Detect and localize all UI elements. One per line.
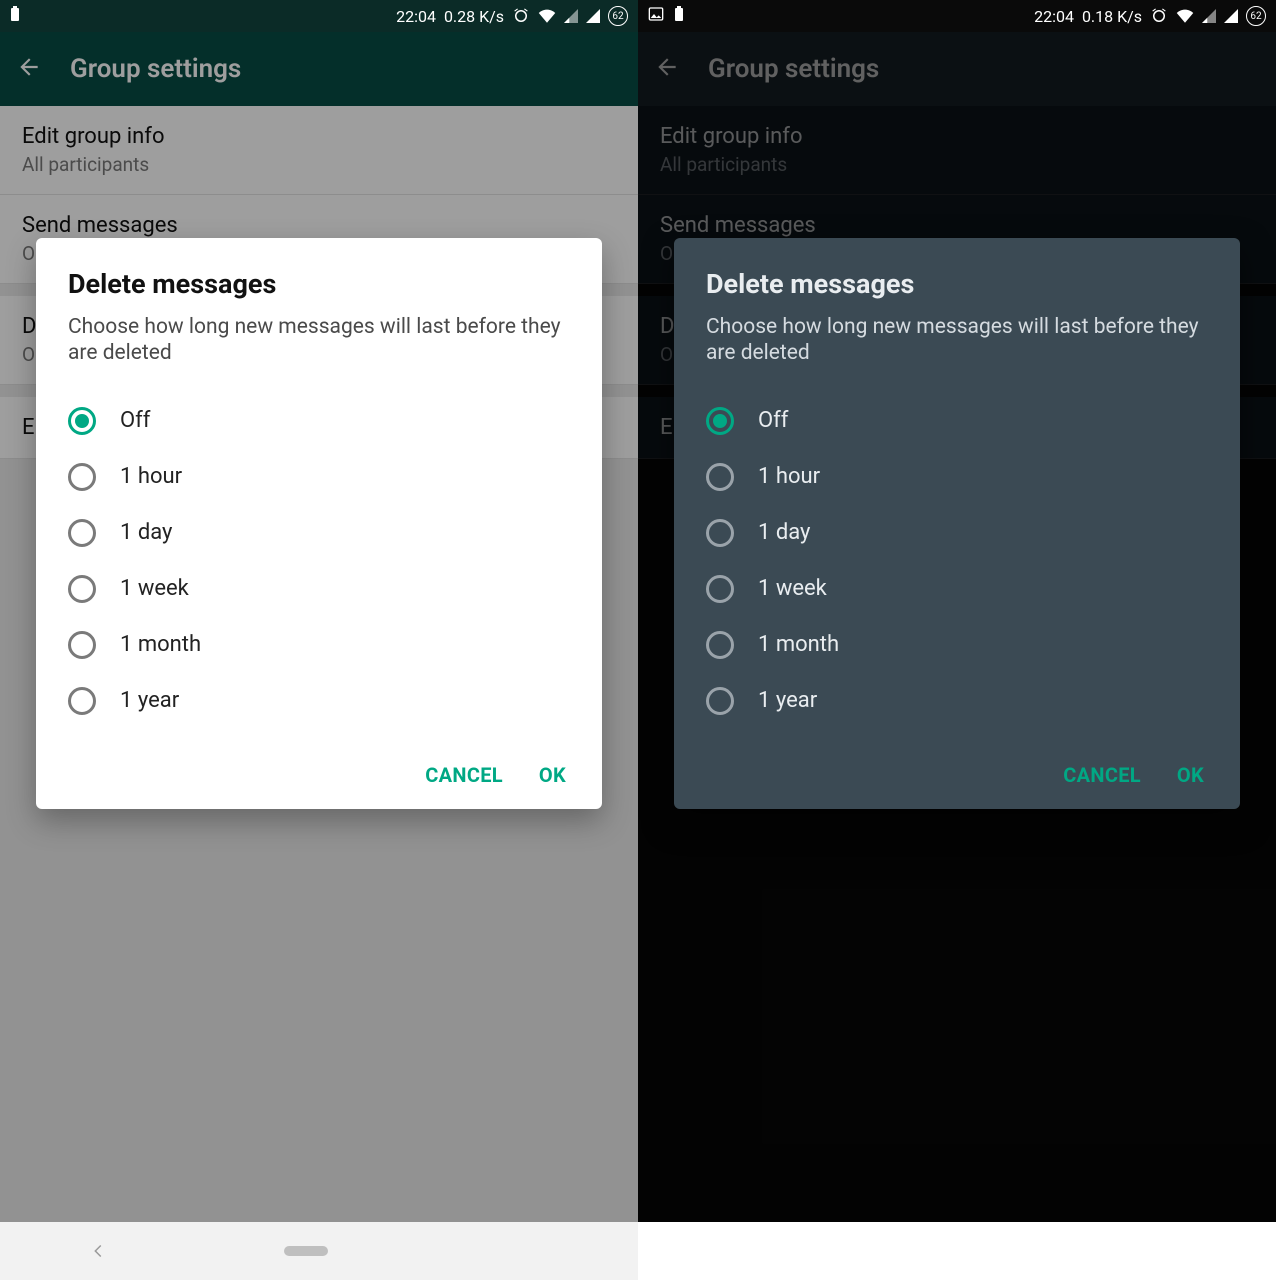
image-icon (648, 6, 664, 26)
radio-label: 1 day (758, 520, 810, 545)
battery-small-icon (674, 6, 684, 26)
delete-messages-dialog: Delete messages Choose how long new mess… (674, 238, 1240, 809)
status-speed: 0.18 K/s (1082, 7, 1142, 26)
screenshot-light: 22:04 0.28 K/s 62 Group settings Edit gr… (0, 0, 638, 1280)
radio-option-1-week[interactable]: 1 week (68, 561, 570, 617)
radio-label: 1 year (758, 688, 817, 713)
radio-group: Off 1 hour 1 day 1 week 1 month 1 year (68, 393, 570, 729)
radio-icon (68, 519, 96, 547)
cancel-button[interactable]: CANCEL (1063, 763, 1141, 787)
status-speed: 0.28 K/s (444, 7, 504, 26)
battery-badge-icon: 62 (1246, 6, 1266, 26)
dialog-title: Delete messages (68, 268, 570, 300)
android-navbar (0, 1222, 638, 1280)
dialog-description: Choose how long new messages will last b… (706, 314, 1208, 367)
radio-label: 1 hour (120, 464, 182, 489)
radio-option-1-year[interactable]: 1 year (68, 673, 570, 729)
status-time: 22:04 (396, 7, 436, 26)
radio-label: Off (120, 408, 150, 433)
radio-label: 1 month (758, 632, 839, 657)
radio-icon (706, 687, 734, 715)
radio-label: 1 hour (758, 464, 820, 489)
radio-option-1-day[interactable]: 1 day (706, 505, 1208, 561)
signal-icon-2 (586, 9, 600, 23)
statusbar: 22:04 0.18 K/s 62 (638, 0, 1276, 32)
dialog-actions: CANCEL OK (68, 763, 570, 787)
radio-group: Off 1 hour 1 day 1 week 1 month 1 year (706, 393, 1208, 729)
delete-messages-dialog: Delete messages Choose how long new mess… (36, 238, 602, 809)
radio-option-1-month[interactable]: 1 month (68, 617, 570, 673)
radio-icon (68, 407, 96, 435)
radio-option-off[interactable]: Off (706, 393, 1208, 449)
bottom-white-strip (638, 1222, 1276, 1280)
radio-icon (706, 575, 734, 603)
radio-icon (68, 575, 96, 603)
screenshot-dark: 22:04 0.18 K/s 62 Group settings Edit gr… (638, 0, 1276, 1280)
radio-label: 1 week (120, 576, 189, 601)
radio-icon (706, 407, 734, 435)
wifi-icon (538, 9, 556, 23)
radio-option-1-week[interactable]: 1 week (706, 561, 1208, 617)
alarm-icon (512, 7, 530, 25)
ok-button[interactable]: OK (1177, 763, 1204, 787)
radio-label: 1 day (120, 520, 172, 545)
wifi-icon (1176, 9, 1194, 23)
radio-label: 1 week (758, 576, 827, 601)
radio-icon (706, 631, 734, 659)
radio-label: 1 year (120, 688, 179, 713)
battery-small-icon (10, 6, 20, 26)
signal-icon-1 (1202, 9, 1216, 23)
nav-home-pill[interactable] (284, 1246, 328, 1256)
dialog-actions: CANCEL OK (706, 763, 1208, 787)
radio-icon (706, 519, 734, 547)
status-time: 22:04 (1034, 7, 1074, 26)
battery-badge-text: 62 (1250, 11, 1261, 22)
radio-option-off[interactable]: Off (68, 393, 570, 449)
radio-label: Off (758, 408, 788, 433)
radio-icon (68, 687, 96, 715)
radio-option-1-hour[interactable]: 1 hour (706, 449, 1208, 505)
dialog-description: Choose how long new messages will last b… (68, 314, 570, 367)
radio-option-1-year[interactable]: 1 year (706, 673, 1208, 729)
battery-badge-text: 62 (612, 11, 623, 22)
alarm-icon (1150, 7, 1168, 25)
radio-option-1-month[interactable]: 1 month (706, 617, 1208, 673)
radio-option-1-hour[interactable]: 1 hour (68, 449, 570, 505)
signal-icon-2 (1224, 9, 1238, 23)
ok-button[interactable]: OK (539, 763, 566, 787)
dialog-title: Delete messages (706, 268, 1208, 300)
radio-label: 1 month (120, 632, 201, 657)
battery-badge-icon: 62 (608, 6, 628, 26)
radio-icon (68, 631, 96, 659)
signal-icon-1 (564, 9, 578, 23)
statusbar: 22:04 0.28 K/s 62 (0, 0, 638, 32)
radio-icon (68, 463, 96, 491)
radio-option-1-day[interactable]: 1 day (68, 505, 570, 561)
nav-back-icon[interactable] (89, 1242, 107, 1260)
cancel-button[interactable]: CANCEL (425, 763, 503, 787)
radio-icon (706, 463, 734, 491)
